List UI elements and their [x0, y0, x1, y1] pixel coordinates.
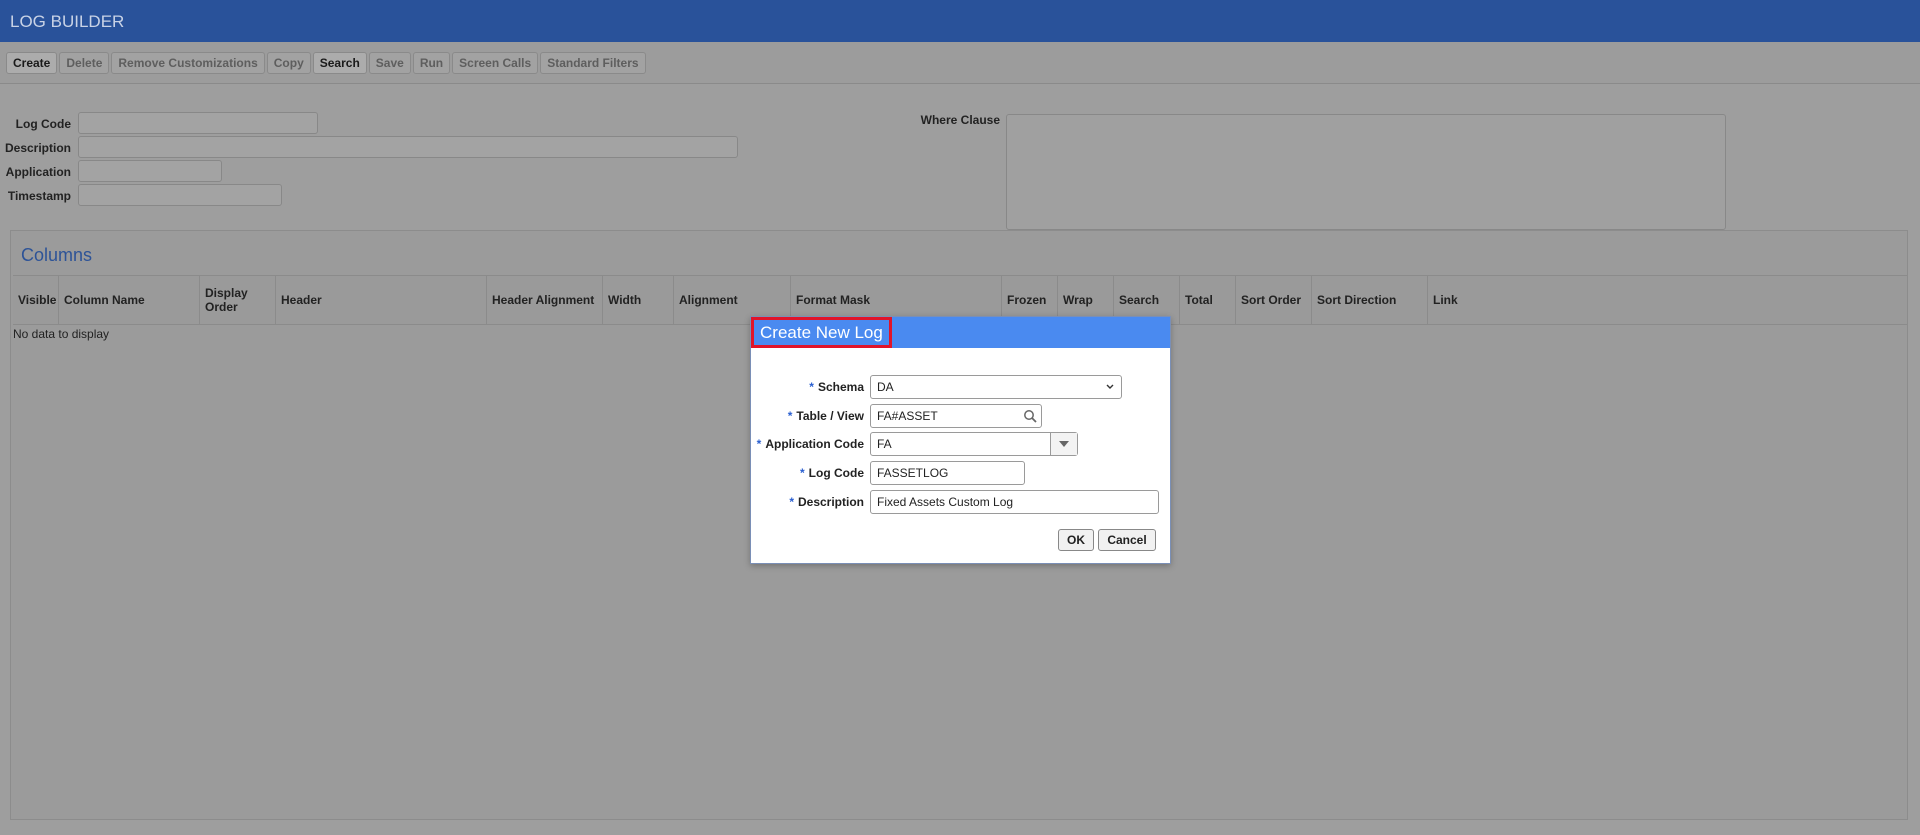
dialog-log-code-value: FASSETLOG — [877, 466, 949, 480]
application-field[interactable] — [78, 160, 222, 182]
description-field[interactable] — [78, 136, 738, 158]
col-header-visible[interactable]: Visible — [13, 276, 59, 324]
table-view-label-text: Table / View — [796, 409, 864, 423]
table-view-field[interactable]: FA#ASSET — [870, 404, 1042, 428]
col-header-sort-direction[interactable]: Sort Direction — [1312, 276, 1428, 324]
description-label: Description — [4, 141, 71, 155]
dialog-log-code-label-text: Log Code — [808, 466, 864, 480]
app-title: LOG BUILDER — [10, 12, 125, 31]
required-marker: * — [809, 380, 814, 394]
timestamp-label: Timestamp — [7, 189, 71, 203]
copy-button[interactable]: Copy — [266, 52, 311, 74]
table-view-label: * Table / View — [788, 409, 864, 423]
screen-calls-button[interactable]: Screen Calls — [452, 52, 539, 74]
standard-filters-button[interactable]: Standard Filters — [540, 52, 646, 74]
col-header-header-alignment[interactable]: Header Alignment — [487, 276, 603, 324]
schema-value: DA — [877, 380, 894, 394]
required-marker: * — [800, 466, 805, 480]
columns-title: Columns — [21, 245, 93, 265]
app-code-dropdown-button[interactable] — [1050, 433, 1077, 455]
app-code-label-text: Application Code — [765, 437, 864, 451]
app-code-label: * Application Code — [757, 437, 864, 451]
search-button[interactable]: Search — [312, 52, 367, 74]
col-header-total[interactable]: Total — [1180, 276, 1236, 324]
ok-button[interactable]: OK — [1058, 529, 1094, 551]
col-header-link[interactable]: Link — [1428, 276, 1907, 324]
col-header-width[interactable]: Width — [603, 276, 674, 324]
log-code-field[interactable] — [78, 112, 318, 134]
where-clause-label: Where Clause — [920, 113, 1000, 127]
app-code-combobox[interactable]: FA — [870, 432, 1078, 456]
app-code-value: FA — [877, 437, 892, 451]
log-code-label: Log Code — [15, 117, 71, 131]
create-new-log-dialog: Create New Log * Schema DA * Table / View … — [750, 316, 1171, 564]
required-marker: * — [756, 437, 762, 451]
schema-label-text: Schema — [817, 380, 864, 394]
dialog-title: Create New Log — [751, 317, 892, 348]
save-button[interactable]: Save — [368, 52, 411, 74]
chevron-down-icon — [1106, 384, 1114, 389]
dialog-log-code-label: * Log Code — [800, 466, 864, 480]
dialog-header: Create New Log — [751, 317, 1170, 348]
create-button[interactable]: Create — [6, 52, 58, 74]
application-label: Application — [5, 165, 71, 179]
schema-select[interactable]: DA — [870, 375, 1122, 399]
col-header-display-order[interactable]: Display Order — [200, 276, 276, 324]
schema-label: * Schema — [809, 380, 864, 394]
col-header-column-name[interactable]: Column Name — [59, 276, 200, 324]
cancel-button[interactable]: Cancel — [1098, 529, 1156, 551]
app-title-bar: LOG BUILDER — [0, 0, 1920, 42]
dialog-description-label-text: Description — [797, 495, 864, 509]
col-header-sort-order[interactable]: Sort Order — [1236, 276, 1312, 324]
timestamp-field[interactable] — [78, 184, 282, 206]
table-view-value: FA#ASSET — [877, 409, 938, 423]
where-clause-textarea[interactable] — [1006, 114, 1726, 230]
run-button[interactable]: Run — [412, 52, 451, 74]
dialog-description-value: Fixed Assets Custom Log — [877, 495, 1014, 509]
no-data-text: No data to display — [13, 327, 110, 341]
dialog-description-label: * Description — [789, 495, 864, 509]
delete-button[interactable]: Delete — [59, 52, 110, 74]
required-marker: * — [789, 495, 794, 509]
dialog-description-field[interactable]: Fixed Assets Custom Log — [870, 490, 1159, 514]
dialog-log-code-field[interactable]: FASSETLOG — [870, 461, 1025, 485]
remove-customizations-button[interactable]: Remove Customizations — [111, 52, 265, 74]
toolbar: Create Delete Remove Customizations Copy Sea… — [0, 42, 1920, 84]
col-header-header[interactable]: Header — [276, 276, 487, 324]
dropdown-arrow-icon — [1059, 441, 1069, 447]
search-icon[interactable] — [1023, 409, 1037, 423]
required-marker: * — [787, 409, 793, 423]
